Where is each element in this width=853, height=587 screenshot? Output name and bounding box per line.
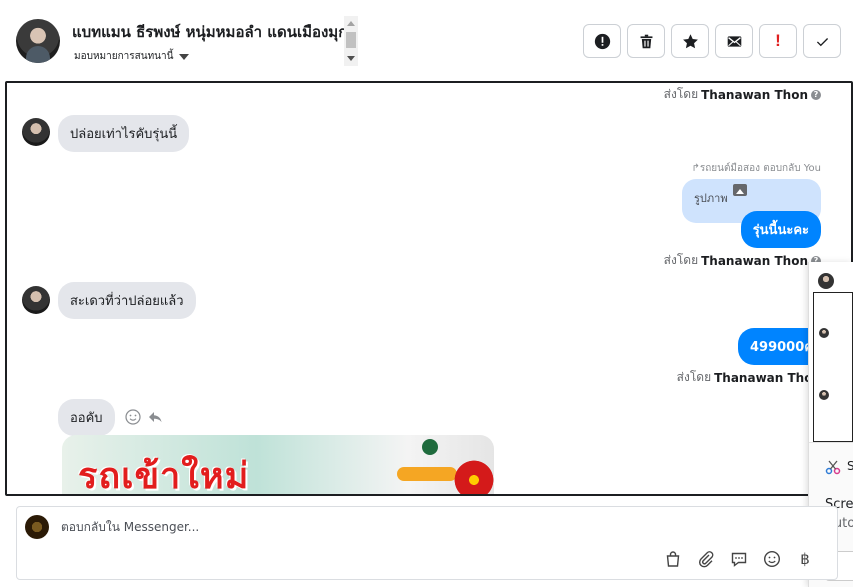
name-scrollbar[interactable] — [344, 16, 358, 66]
notification-title: S — [847, 459, 853, 473]
sent-by-prefix: ส่งโดย — [663, 87, 699, 101]
star-button[interactable] — [671, 24, 709, 58]
assign-conversation-dropdown[interactable]: มอบหมายการสนทนานี้ — [74, 49, 190, 64]
sender-name: Thanawan Thon — [701, 253, 808, 268]
reply-context-label: ↱รถยนต์มือสอง ตอบกลับ You — [691, 163, 821, 174]
reply-composer: ฿ — [16, 506, 838, 580]
banner-text: รถเข้าใหม่ — [78, 456, 250, 496]
mini-avatar — [819, 390, 829, 400]
incoming-message[interactable]: สะเดวที่ว่าปล่อยแล้ว — [58, 282, 196, 319]
exclamation-icon: ! — [775, 31, 781, 50]
emoji-icon[interactable] — [762, 549, 782, 569]
incoming-message[interactable]: ออคับ — [58, 399, 115, 436]
scroll-up-arrow-icon[interactable] — [347, 21, 355, 26]
page-avatar — [25, 515, 49, 539]
outgoing-message[interactable]: รุ่นนี้นะคะ — [740, 211, 821, 248]
message-input[interactable] — [61, 520, 661, 534]
paperclip-icon[interactable] — [696, 549, 716, 569]
composer-tools: ฿ — [663, 549, 815, 569]
scroll-down-arrow-icon[interactable] — [347, 56, 355, 61]
header-actions: ! — [583, 24, 841, 58]
envelope-icon — [727, 35, 741, 47]
quoted-reply-text: รูปภาพ — [694, 192, 728, 205]
message-thread[interactable]: ส่งโดย Thanawan Thon ? ปล่อยเท่าไรคับรุ่… — [5, 81, 853, 496]
spam-button[interactable] — [583, 24, 621, 58]
caret-down-icon — [179, 53, 190, 60]
dealer-logo-icon — [422, 439, 438, 455]
baht-icon[interactable]: ฿ — [795, 549, 815, 569]
sent-by-prefix: ส่งโดย — [676, 370, 712, 384]
sender-name: Thanawan Thon — [701, 87, 808, 102]
contact-avatar-small — [22, 118, 50, 146]
mini-avatar — [818, 273, 834, 289]
flower-decoration-icon — [454, 455, 494, 494]
sent-by-label: ส่งโดย Thanawan Thon ? — [664, 85, 821, 104]
exclamation-circle-icon — [594, 33, 610, 49]
mini-chat-preview — [813, 292, 853, 442]
mark-unread-button[interactable] — [715, 24, 753, 58]
incoming-message[interactable]: ปล่อยเท่าไรคับรุ่นนี้ — [58, 115, 190, 152]
sent-by-label: ส่งโดย Thanawan Thon ? — [664, 251, 821, 270]
trash-icon — [640, 34, 652, 48]
image-icon — [733, 184, 747, 196]
sent-by-prefix: ส่งโดย — [663, 253, 699, 267]
image-attachment[interactable]: รถเข้าใหม่ — [62, 435, 494, 496]
shopping-bag-icon[interactable] — [663, 549, 683, 569]
star-icon — [682, 33, 698, 48]
saved-reply-icon[interactable] — [729, 549, 749, 569]
contact-name: แบทแมน ธีรพงษ์ หนุ่มหมอลำ แดนเมืองมุก — [72, 23, 344, 41]
follow-up-button[interactable]: ! — [759, 24, 797, 58]
banner-decoration — [397, 467, 457, 481]
scissors-icon — [825, 460, 841, 475]
conversation-header: แบทแมน ธีรพงษ์ หนุ่มหมอลำ แดนเมืองมุก มอ… — [0, 0, 853, 80]
scroll-thumb[interactable] — [346, 32, 356, 48]
mini-avatar — [819, 328, 829, 338]
info-icon[interactable]: ? — [811, 89, 821, 100]
sender-name: Thanawan Thon — [714, 370, 821, 385]
react-emoji-icon[interactable] — [125, 409, 141, 425]
checkmark-icon — [816, 37, 828, 46]
mark-done-button[interactable] — [803, 24, 841, 58]
delete-button[interactable] — [627, 24, 665, 58]
sent-by-label: ส่งโดย Thanawan Thon — [677, 368, 821, 387]
message-reaction-tools — [125, 409, 163, 425]
contact-avatar[interactable] — [16, 19, 60, 63]
assign-label: มอบหมายการสนทนานี้ — [74, 51, 174, 62]
contact-avatar-small — [22, 286, 50, 314]
reply-arrow-icon[interactable] — [147, 409, 163, 425]
